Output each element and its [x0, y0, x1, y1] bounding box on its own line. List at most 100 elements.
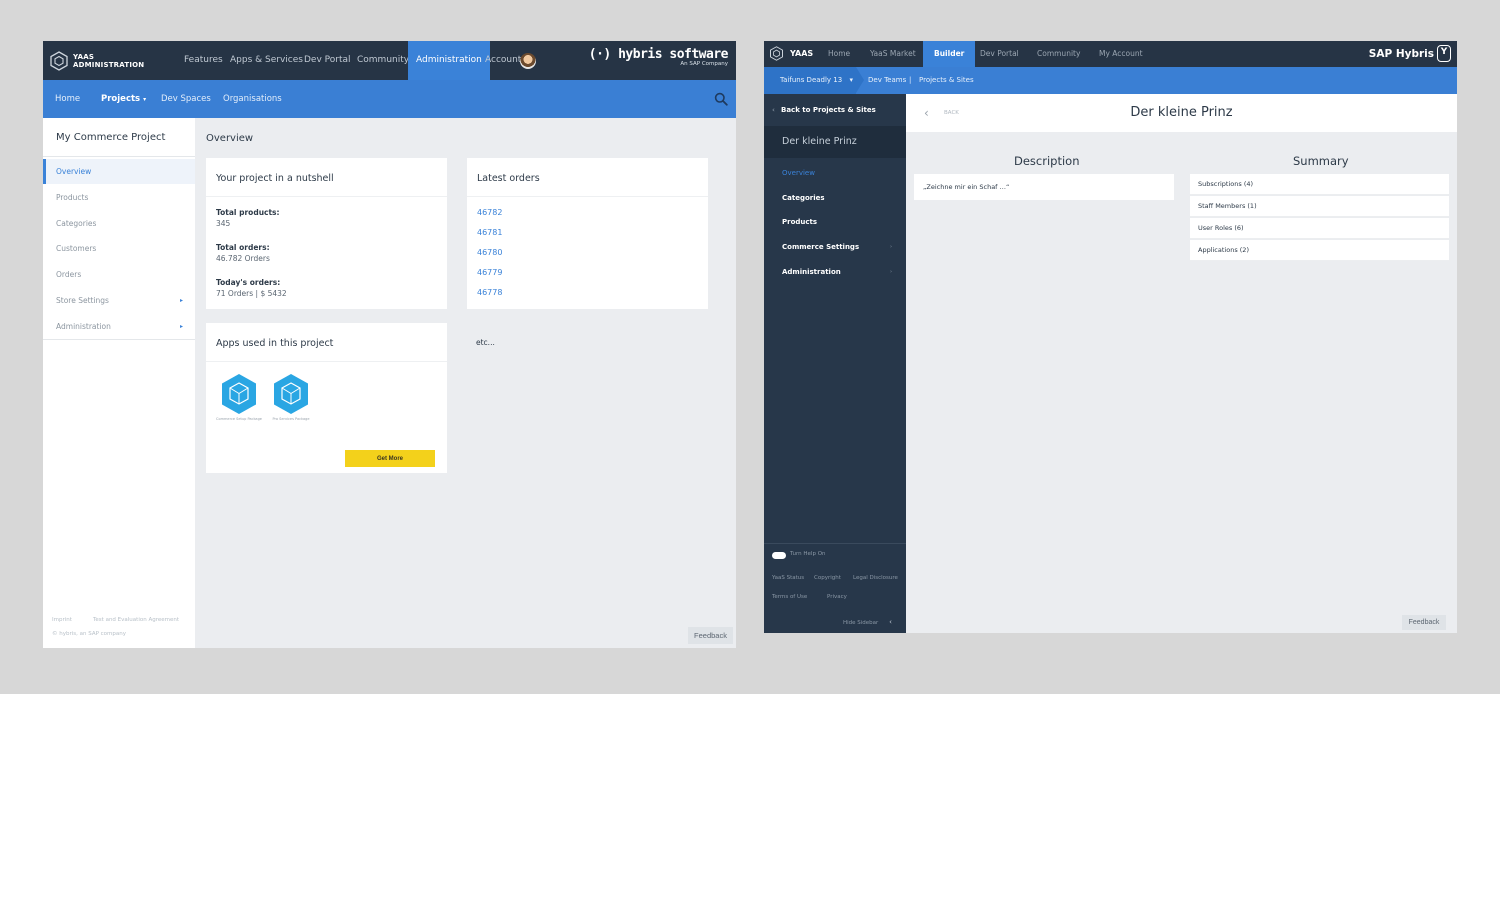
- summary-row[interactable]: Staff Members (1): [1190, 196, 1449, 217]
- yaas-y-icon: Y: [1437, 45, 1451, 62]
- sub-navbar: Home Projects ▾ Dev Spaces Organisations: [43, 80, 736, 118]
- hide-sidebar-link[interactable]: Hide Sidebar ‹: [843, 618, 892, 626]
- app-caption: Pro Services Package: [272, 417, 310, 421]
- chevron-left-icon: ‹: [772, 106, 775, 114]
- get-more-button[interactable]: Get More: [345, 450, 435, 467]
- nav-dev-portal[interactable]: Dev Portal: [980, 41, 1019, 67]
- nav-home[interactable]: Home: [828, 41, 850, 67]
- nav-administration[interactable]: Administration: [408, 41, 490, 80]
- top-navbar: YAAS Home YaaS Market Builder Dev Portal…: [764, 41, 1457, 67]
- page-title: Overview: [206, 133, 254, 144]
- chevron-down-icon: ▾: [849, 76, 853, 84]
- builder-window: YAAS Home YaaS Market Builder Dev Portal…: [764, 41, 1457, 633]
- nav-builder[interactable]: Builder: [923, 41, 976, 67]
- app-caption: Commerce Setup Package: [216, 417, 262, 421]
- footer-agreement-link[interactable]: Test and Evaluation Agreement: [93, 617, 179, 623]
- app-package-icon[interactable]: [219, 372, 259, 416]
- sidebar-item-administration[interactable]: Administration ▸: [43, 314, 195, 339]
- nav-apps-services[interactable]: Apps & Services: [230, 41, 303, 80]
- yaas-hexagon-logo-icon[interactable]: [49, 51, 69, 71]
- breadcrumb-separator: |: [909, 76, 912, 84]
- page-title: Der kleine Prinz: [1130, 105, 1233, 120]
- subnav-projects[interactable]: Projects ▾: [101, 80, 146, 119]
- footer-copyright: © hybris, an SAP company: [52, 631, 127, 637]
- app-package-icon[interactable]: [271, 372, 311, 416]
- project-title: My Commerce Project: [56, 132, 166, 143]
- order-link[interactable]: 46779: [477, 268, 502, 277]
- divider: [467, 196, 708, 197]
- todays-orders-value: 71 Orders | $ 5432: [216, 289, 287, 298]
- back-to-projects-link[interactable]: ‹ Back to Projects & Sites: [764, 94, 906, 126]
- order-link[interactable]: 46778: [477, 288, 502, 297]
- chevron-right-icon: ›: [890, 244, 893, 250]
- breadcrumb-arrow: [856, 67, 864, 93]
- nav-my-account[interactable]: My Account: [1099, 41, 1143, 67]
- total-products-value: 345: [216, 219, 231, 228]
- search-icon[interactable]: [714, 92, 728, 106]
- sidebar-item-administration[interactable]: Administration ›: [782, 268, 892, 276]
- summary-row[interactable]: Subscriptions (4): [1190, 174, 1449, 195]
- breadcrumb-dev-teams[interactable]: Dev Teams: [868, 67, 906, 94]
- sidebar-item-products[interactable]: Products: [782, 218, 817, 226]
- hybris-logo: (·) hybris software An SAP Company: [588, 47, 729, 67]
- card-title: Apps used in this project: [216, 338, 334, 349]
- footer-legal-link[interactable]: Legal Disclosure: [853, 575, 898, 581]
- breadcrumb: Taifuns Deadly 13 ▾ Dev Teams | Projects…: [764, 67, 1457, 94]
- sidebar-item-customers[interactable]: Customers: [43, 236, 195, 261]
- footer-imprint-link[interactable]: Imprint: [52, 617, 72, 623]
- total-orders-value: 46.782 Orders: [216, 254, 270, 263]
- help-toggle-label: Turn Help On: [790, 551, 826, 557]
- chevron-right-icon: ▸: [179, 297, 183, 304]
- subnav-home[interactable]: Home: [55, 80, 80, 118]
- yaas-hexagon-logo-icon[interactable]: [769, 46, 784, 61]
- chevron-right-icon: ▸: [179, 323, 183, 330]
- help-toggle[interactable]: [772, 552, 786, 559]
- content-header: ‹ BACK Der kleine Prinz: [906, 94, 1457, 132]
- nav-features[interactable]: Features: [184, 41, 223, 80]
- sidebar-item-commerce-settings[interactable]: Commerce Settings ›: [782, 243, 892, 251]
- project-sidebar: My Commerce Project Overview Products Ca…: [43, 118, 195, 648]
- nav-yaas-market[interactable]: YaaS Market: [870, 41, 916, 67]
- card-title: Latest orders: [477, 173, 540, 184]
- latest-orders-card: Latest orders 46782 46781 46780 46779 46…: [467, 158, 708, 309]
- chevron-right-icon: ›: [890, 269, 893, 275]
- nav-community[interactable]: Community: [1037, 41, 1080, 67]
- subnav-dev-spaces[interactable]: Dev Spaces: [161, 80, 211, 118]
- divider: [43, 339, 195, 340]
- divider: [206, 361, 447, 362]
- description-box: „Zeichne mir ein Schaf …“: [914, 174, 1174, 200]
- divider: [206, 196, 447, 197]
- apps-card: Apps used in this project Commerce Setup…: [206, 323, 447, 473]
- sidebar-item-store-settings[interactable]: Store Settings ▸: [43, 288, 195, 313]
- breadcrumb-projects-sites[interactable]: Projects & Sites: [919, 67, 974, 94]
- description-title: Description: [1014, 154, 1080, 168]
- order-link[interactable]: 46780: [477, 248, 502, 257]
- sidebar-item-categories[interactable]: Categories: [43, 211, 195, 236]
- feedback-button[interactable]: Feedback: [688, 627, 733, 644]
- sidebar-item-orders[interactable]: Orders: [43, 262, 195, 287]
- footer-yaas-status-link[interactable]: YaaS Status: [772, 575, 804, 581]
- avatar[interactable]: [520, 53, 536, 69]
- sidebar-item-categories[interactable]: Categories: [782, 194, 825, 202]
- breadcrumb-team[interactable]: Taifuns Deadly 13 ▾: [780, 67, 853, 94]
- subnav-organisations[interactable]: Organisations: [223, 80, 282, 118]
- footer-copyright-link[interactable]: Copyright: [814, 575, 841, 581]
- top-navbar: YAAS ADMINISTRATION Features Apps & Serv…: [43, 41, 736, 80]
- nav-community[interactable]: Community: [357, 41, 409, 80]
- order-link[interactable]: 46781: [477, 228, 502, 237]
- footer-privacy-link[interactable]: Privacy: [827, 594, 847, 600]
- footer-terms-link[interactable]: Terms of Use: [772, 594, 807, 600]
- feedback-button[interactable]: Feedback: [1402, 615, 1446, 630]
- sidebar-item-overview[interactable]: Overview: [43, 159, 195, 184]
- summary-row[interactable]: User Roles (6): [1190, 218, 1449, 239]
- nav-dev-portal[interactable]: Dev Portal: [304, 41, 351, 80]
- sidebar-item-overview[interactable]: Overview: [782, 169, 815, 177]
- summary-row[interactable]: Applications (2): [1190, 240, 1449, 261]
- nav-account[interactable]: Account: [485, 41, 521, 80]
- sidebar-item-products[interactable]: Products: [43, 185, 195, 210]
- chevron-left-icon: ‹: [889, 618, 892, 626]
- brand-name: YAAS: [790, 49, 814, 58]
- order-link[interactable]: 46782: [477, 208, 502, 217]
- etc-text: etc...: [476, 338, 495, 347]
- brand-name: YAAS ADMINISTRATION: [73, 53, 145, 69]
